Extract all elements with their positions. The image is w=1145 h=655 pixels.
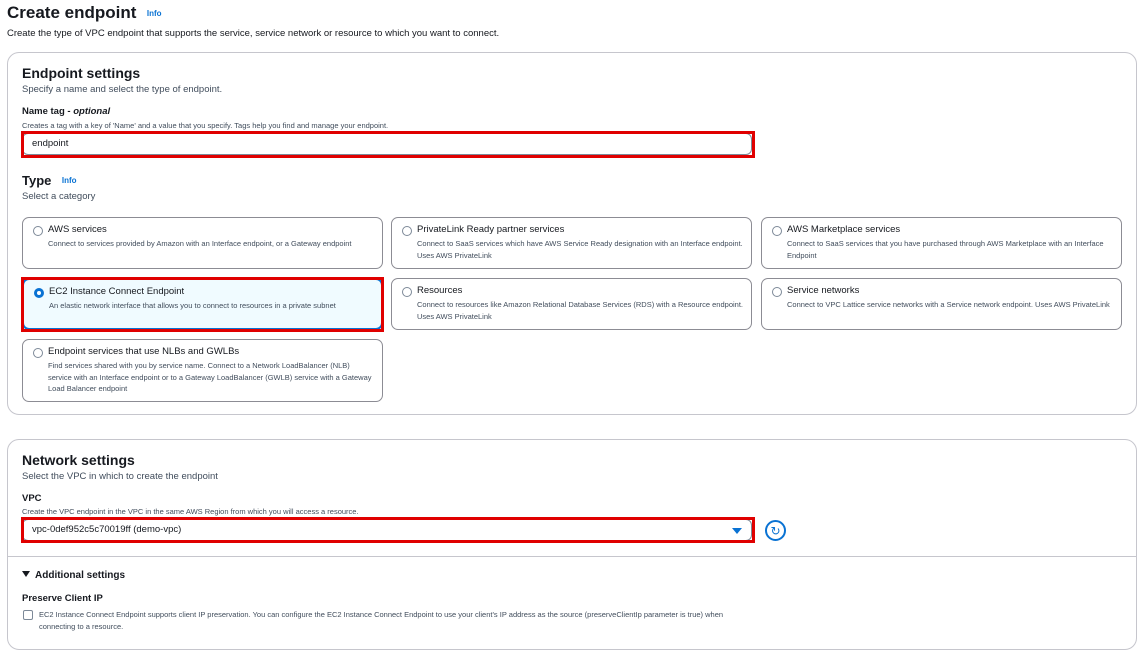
type-option-description: Connect to VPC Lattice service networks … bbox=[787, 300, 1110, 309]
type-option-resources[interactable]: Resources Connect to resources like Amaz… bbox=[391, 278, 752, 330]
page-description: Create the type of VPC endpoint that sup… bbox=[7, 28, 500, 39]
vpc-help: Create the VPC endpoint in the VPC in th… bbox=[22, 507, 359, 516]
type-option-title: Endpoint services that use NLBs and GWLB… bbox=[48, 346, 240, 357]
vpc-select[interactable]: vpc-0def952c5c70019ff (demo-vpc) bbox=[22, 519, 752, 541]
page-header: Create endpoint Info bbox=[7, 3, 162, 23]
radio-button[interactable] bbox=[402, 287, 412, 297]
type-option-title: Resources bbox=[417, 285, 463, 296]
radio-button[interactable] bbox=[402, 226, 412, 236]
type-option-description: Connect to SaaS services which have AWS … bbox=[417, 239, 743, 260]
type-info-link[interactable]: Info bbox=[62, 176, 77, 185]
type-option-endpoint-services-nlb-gwlb[interactable]: Endpoint services that use NLBs and GWLB… bbox=[22, 339, 383, 402]
type-option-description: Find services shared with you by service… bbox=[48, 361, 372, 393]
type-option-ec2-instance-connect[interactable]: EC2 Instance Connect Endpoint An elastic… bbox=[22, 278, 383, 330]
type-option-description: Connect to services provided by Amazon w… bbox=[48, 239, 352, 248]
type-option-privatelink-partner[interactable]: PrivateLink Ready partner services Conne… bbox=[391, 217, 752, 269]
type-option-title: PrivateLink Ready partner services bbox=[417, 224, 565, 235]
refresh-icon[interactable]: ↻ bbox=[765, 520, 786, 541]
endpoint-settings-description: Specify a name and select the type of en… bbox=[22, 84, 223, 95]
additional-settings-toggle[interactable]: Additional settings bbox=[22, 570, 125, 581]
section-divider bbox=[8, 556, 1136, 557]
type-option-description: An elastic network interface that allows… bbox=[49, 301, 336, 310]
type-option-aws-services[interactable]: AWS services Connect to services provide… bbox=[22, 217, 383, 269]
preserve-client-ip-checkbox[interactable] bbox=[23, 610, 33, 620]
preserve-client-ip-description: EC2 Instance Connect Endpoint supports c… bbox=[39, 610, 724, 631]
caret-expanded-icon bbox=[22, 571, 30, 578]
network-settings-heading: Network settings bbox=[22, 452, 135, 468]
radio-button-selected[interactable] bbox=[34, 288, 44, 298]
type-option-description: Connect to resources like Amazon Relatio… bbox=[417, 300, 743, 321]
type-option-title: EC2 Instance Connect Endpoint bbox=[49, 286, 185, 297]
type-option-title: Service networks bbox=[787, 285, 860, 296]
type-option-marketplace[interactable]: AWS Marketplace services Connect to SaaS… bbox=[761, 217, 1122, 269]
name-tag-input[interactable]: endpoint bbox=[22, 133, 752, 155]
caret-down-icon bbox=[732, 528, 742, 534]
type-option-service-networks[interactable]: Service networks Connect to VPC Lattice … bbox=[761, 278, 1122, 330]
vpc-label: VPC bbox=[22, 493, 42, 504]
radio-button[interactable] bbox=[772, 287, 782, 297]
name-tag-help: Creates a tag with a key of 'Name' and a… bbox=[22, 121, 389, 130]
vpc-select-value: vpc-0def952c5c70019ff (demo-vpc) bbox=[32, 524, 182, 535]
type-option-title: AWS services bbox=[48, 224, 107, 235]
network-settings-description: Select the VPC in which to create the en… bbox=[22, 471, 218, 482]
radio-button[interactable] bbox=[33, 226, 43, 236]
type-label: Type bbox=[22, 173, 52, 188]
type-option-title: AWS Marketplace services bbox=[787, 224, 901, 235]
type-option-description: Connect to SaaS services that you have p… bbox=[787, 239, 1104, 260]
type-header: Type Info bbox=[22, 172, 77, 190]
radio-button[interactable] bbox=[772, 226, 782, 236]
type-description: Select a category bbox=[22, 191, 96, 202]
page-title: Create endpoint bbox=[7, 3, 137, 22]
name-tag-optional: optional bbox=[73, 106, 111, 117]
radio-button[interactable] bbox=[33, 348, 43, 358]
additional-settings-label: Additional settings bbox=[35, 570, 125, 581]
preserve-client-ip-label: Preserve Client IP bbox=[22, 593, 103, 604]
page-info-link[interactable]: Info bbox=[147, 9, 162, 18]
endpoint-settings-panel: Endpoint settings Specify a name and sel… bbox=[7, 52, 1137, 415]
network-settings-panel: Network settings Select the VPC in which… bbox=[7, 439, 1137, 650]
endpoint-settings-heading: Endpoint settings bbox=[22, 65, 141, 81]
name-tag-label: Name tag - optional bbox=[22, 106, 111, 117]
